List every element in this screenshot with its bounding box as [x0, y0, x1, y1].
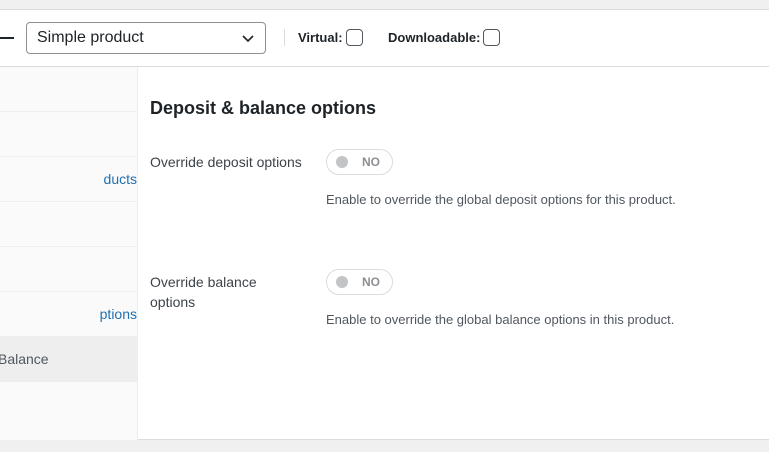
tab-linked-products-label: ducts [103, 171, 137, 187]
dash-separator [0, 37, 14, 39]
override-balance-label: Override balance options [150, 274, 257, 310]
toggle-knob [336, 156, 348, 168]
product-type-select[interactable]: Simple product [26, 22, 266, 54]
tab-item-4[interactable] [0, 202, 137, 247]
toggle-state: NO [362, 275, 380, 289]
virtual-option[interactable]: Virtual: [298, 29, 363, 46]
toggle-knob [336, 276, 348, 288]
tab-linked-products[interactable]: ducts [0, 157, 137, 202]
override-deposit-description: Enable to override the global deposit op… [326, 192, 676, 207]
override-balance-description: Enable to override the global balance op… [326, 312, 675, 327]
product-data-header: Simple product Virtual: Downloadable: [0, 10, 769, 67]
product-type-value: Simple product [37, 29, 144, 46]
tab-deposit-balance-label: Balance [0, 351, 49, 367]
override-balance-toggle[interactable]: NO [326, 269, 393, 295]
tab-item-1[interactable] [0, 67, 137, 112]
override-deposit-label: Override deposit options [150, 154, 302, 170]
deposit-balance-settings: Deposit & balance options Override depos… [139, 67, 769, 440]
tab-item-2[interactable] [0, 112, 137, 157]
tab-options[interactable]: ptions [0, 292, 137, 337]
header-divider [284, 29, 285, 46]
tab-options-label: ptions [99, 306, 137, 322]
tab-deposit-balance[interactable]: Balance [0, 337, 137, 382]
virtual-label: Virtual: [298, 30, 343, 45]
toggle-state: NO [362, 155, 380, 169]
section-title: Deposit & balance options [150, 98, 377, 118]
product-data-panel: Simple product Virtual: Downloadable: du… [0, 9, 769, 440]
downloadable-checkbox[interactable] [483, 29, 501, 46]
downloadable-label: Downloadable: [388, 30, 481, 45]
virtual-checkbox[interactable] [345, 29, 363, 46]
chevron-down-icon [242, 35, 254, 43]
downloadable-option[interactable]: Downloadable: [388, 29, 501, 46]
product-data-tabs: ducts ptions Balance [0, 67, 138, 440]
tab-item-5[interactable] [0, 247, 137, 292]
override-deposit-toggle[interactable]: NO [326, 149, 393, 175]
